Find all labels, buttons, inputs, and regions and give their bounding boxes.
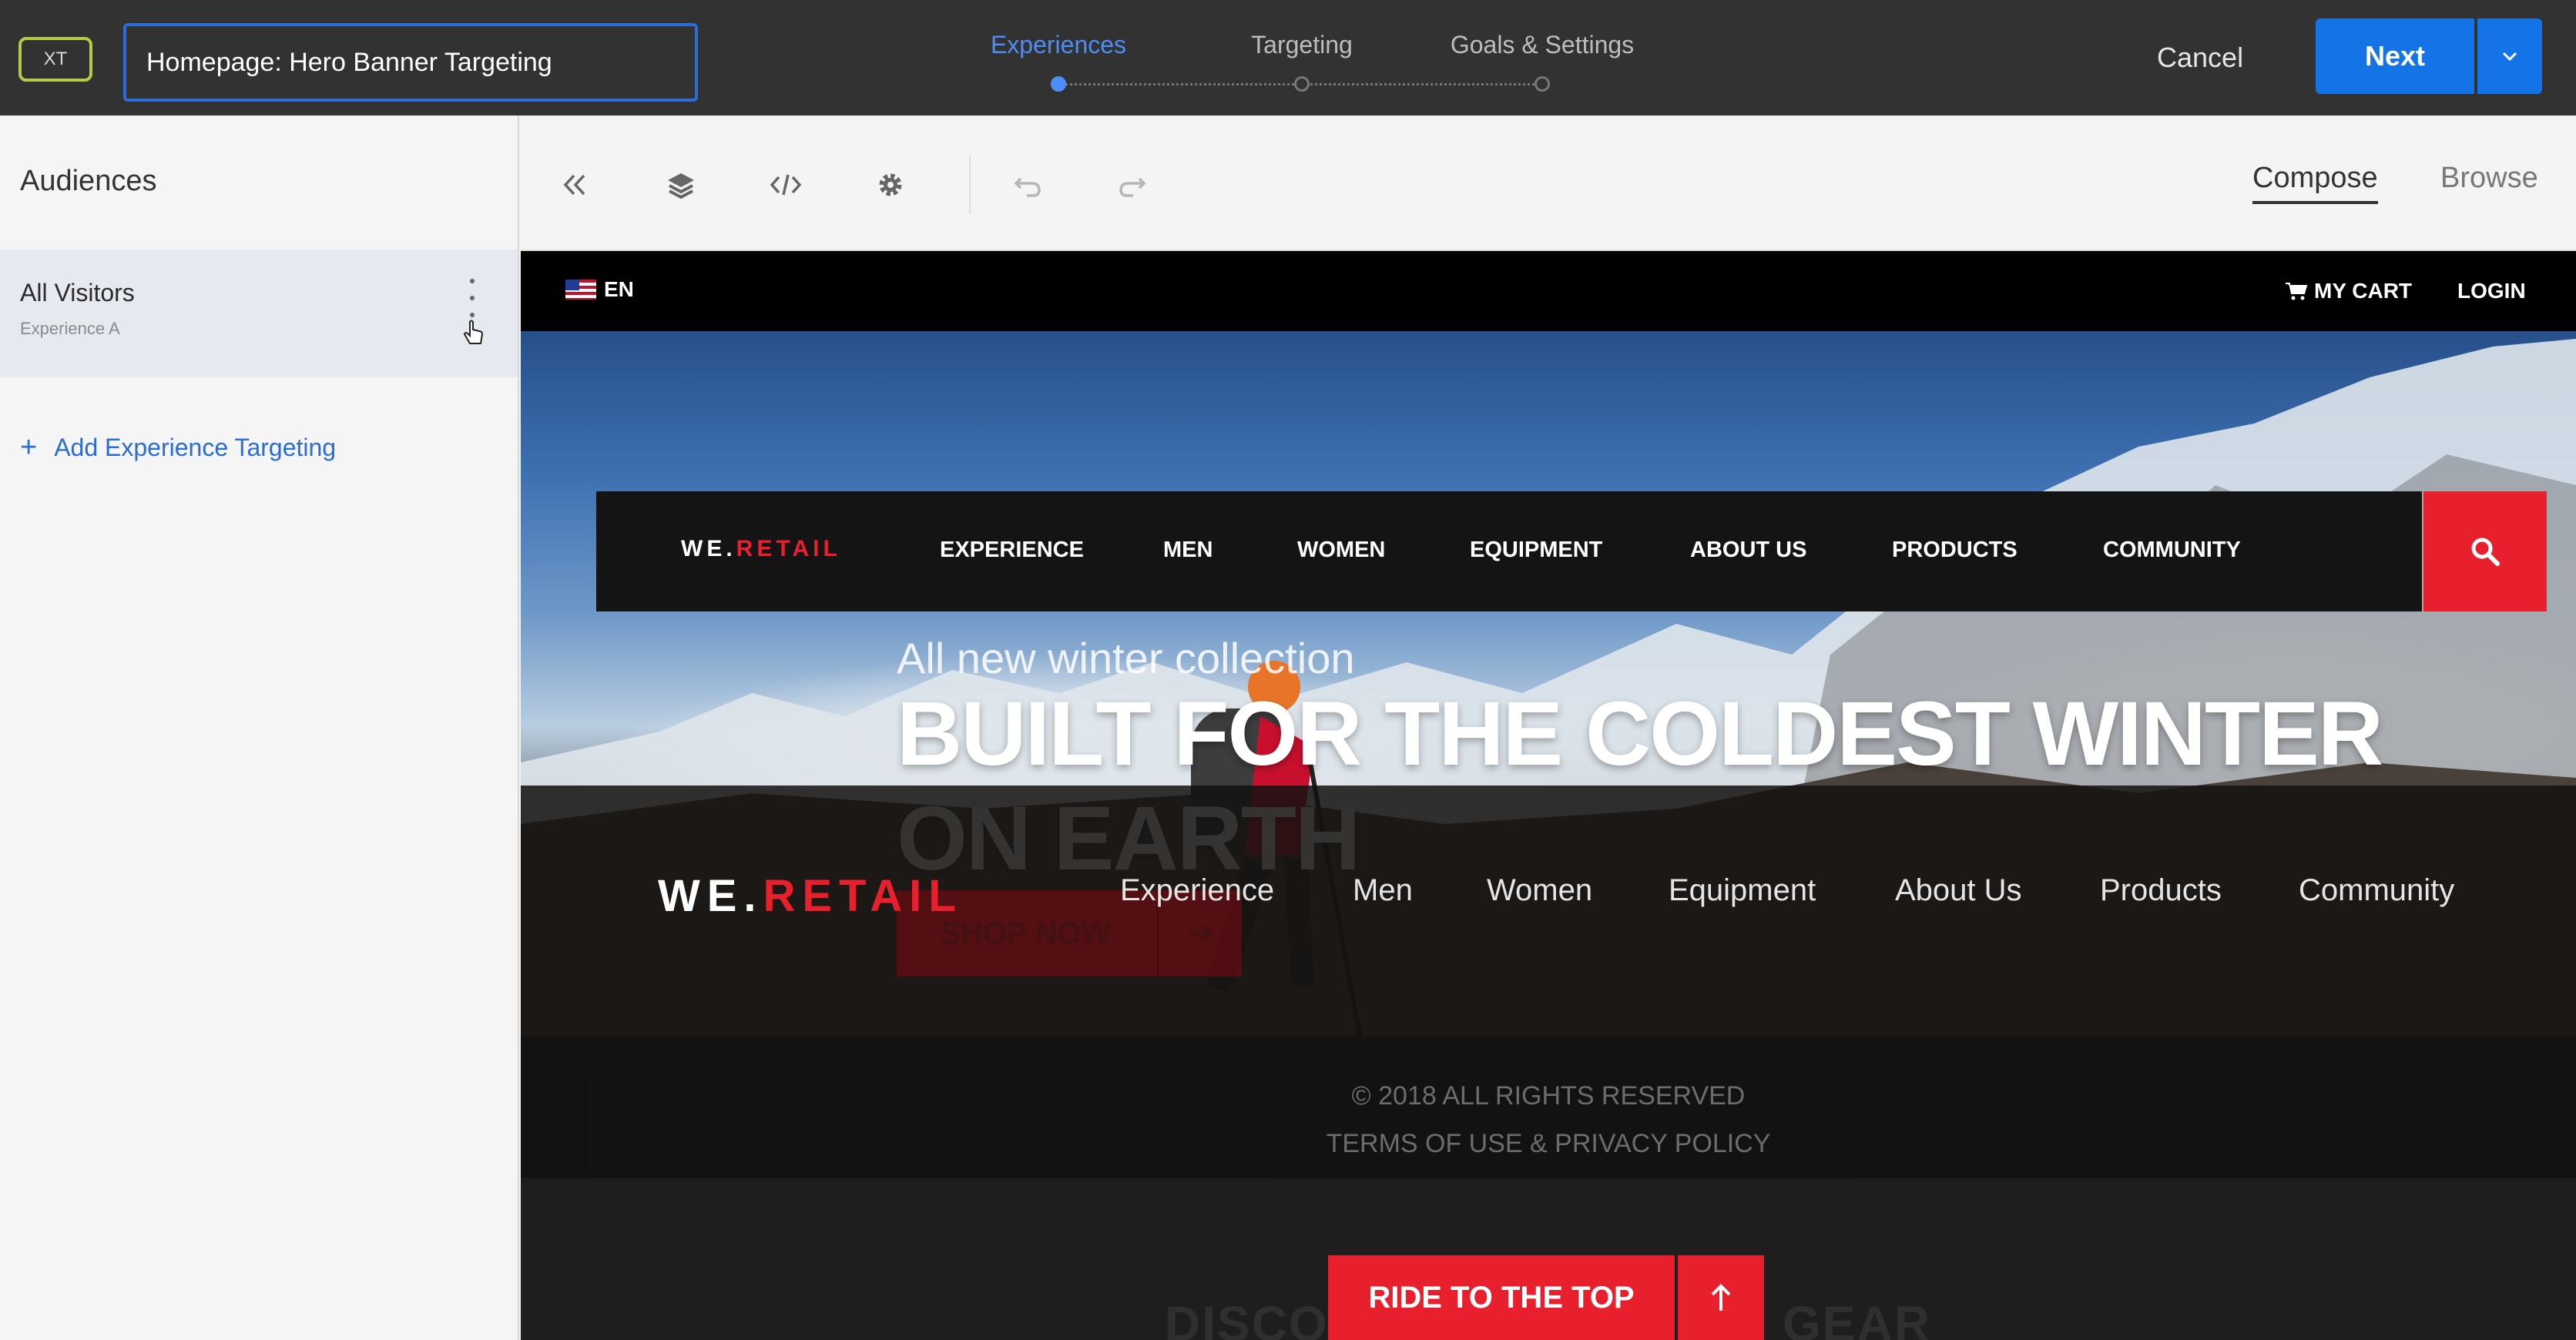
nav-men[interactable]: MEN [1163,538,1213,563]
footer-link-equipment[interactable]: Equipment [1669,873,1816,908]
next-button[interactable]: Next [2316,18,2474,94]
terms-privacy-link[interactable]: TERMS OF USE & PRIVACY POLICY [521,1129,2576,1159]
code-icon[interactable] [764,163,807,206]
utility-bar: EN MY CART LOGIN [521,251,2576,331]
nav-experience[interactable]: EXPERIENCE [940,538,1084,563]
us-flag-icon [565,280,596,300]
audience-name: All Visitors [20,279,135,307]
logo-part-we: WE. [681,536,736,561]
search-icon [2471,538,2500,566]
footer-link-products[interactable]: Products [2100,873,2222,908]
nav-about-us[interactable]: ABOUT US [1690,538,1806,563]
settings-icon[interactable] [869,163,912,206]
tab-browse[interactable]: Browse [2440,162,2538,195]
footer-link-men[interactable]: Men [1353,873,1413,908]
activity-name-input[interactable]: Homepage: Hero Banner Targeting [123,23,698,102]
hero-subtitle: All new winter collection [897,634,1355,682]
collapse-icon[interactable] [553,163,596,206]
back-to-top-button[interactable] [1678,1255,1764,1340]
hand-cursor-icon [463,320,484,344]
cart-icon [2286,283,2308,300]
footer-link-community[interactable]: Community [2299,873,2454,908]
footer-link-experience[interactable]: Experience [1120,873,1274,908]
step-experiences[interactable]: Experiences [991,31,1126,59]
workflow-steps: Experiences Targeting Goals & Settings [924,0,1695,116]
step-dot-experiences [1051,76,1066,92]
step-targeting[interactable]: Targeting [1251,31,1353,59]
footer-logo-part-we: WE. [658,871,763,921]
chevron-down-icon [2502,52,2517,62]
more-options-icon[interactable] [461,279,484,317]
section-heading-right: GEAR [1783,1296,1931,1340]
page-preview[interactable]: EN MY CART LOGIN WE.RETAIL EXPERIENCE ME… [521,251,2576,1340]
step-goals-settings[interactable]: Goals & Settings [1451,31,1634,59]
language-selector[interactable]: EN [565,277,634,302]
ride-to-the-top-button[interactable]: RIDE TO THE TOP [1328,1255,1675,1340]
footer-logo-part-retail: RETAIL [763,871,963,921]
plus-icon: + [20,431,38,464]
footer-overlay: SHOP NOW WE.RETAIL Experience Men Women … [521,786,2576,1178]
language-label: EN [604,277,634,301]
my-cart-link[interactable]: MY CART [2285,279,2412,303]
audience-experience: Experience A [20,319,120,338]
footer-link-women[interactable]: Women [1487,873,1592,908]
logo-part-retail: RETAIL [736,536,841,561]
nav-women[interactable]: WOMEN [1297,538,1385,563]
audiences-panel: Audiences All Visitors Experience A + Ad… [0,116,519,1340]
section-heading-left: DISCO [1165,1296,1329,1340]
layers-icon[interactable] [659,163,703,206]
toolbar-divider [969,156,971,214]
shop-now-label: SHOP NOW [940,916,1111,950]
nav-products[interactable]: PRODUCTS [1892,538,2018,563]
step-dot-targeting [1294,76,1310,92]
step-dot-goals-settings [1535,76,1550,92]
login-link[interactable]: LOGIN [2457,279,2526,303]
add-targeting-label: Add Experience Targeting [54,434,337,461]
top-bar: XT Homepage: Hero Banner Targeting Exper… [0,0,2576,116]
footer-link-about-us[interactable]: About Us [1895,873,2022,908]
panel-title: Audiences [20,165,157,197]
footer-logo[interactable]: WE.RETAIL [658,870,963,922]
main-navigation: WE.RETAIL EXPERIENCE MEN WOMEN EQUIPMENT… [596,491,2422,611]
site-logo[interactable]: WE.RETAIL [681,536,841,562]
nav-equipment[interactable]: EQUIPMENT [1470,538,1602,563]
editor-toolbar: Compose Browse [521,116,2576,251]
nav-community[interactable]: COMMUNITY [2103,538,2241,563]
cancel-button[interactable]: Cancel [2157,31,2243,85]
arrow-up-icon [1711,1284,1731,1311]
activity-type-badge: XT [18,37,92,82]
copyright-text: © 2018 ALL RIGHTS RESERVED [1351,1081,1746,1111]
cart-label: MY CART [2314,279,2413,303]
audience-item-all-visitors[interactable]: All Visitors Experience A [0,250,518,377]
add-experience-targeting-link[interactable]: + Add Experience Targeting [20,431,336,464]
tab-compose[interactable]: Compose [2252,162,2378,204]
redo-icon[interactable] [1111,163,1154,206]
undo-icon[interactable] [1006,163,1049,206]
next-menu-button[interactable] [2477,18,2542,94]
search-button[interactable] [2423,491,2547,611]
